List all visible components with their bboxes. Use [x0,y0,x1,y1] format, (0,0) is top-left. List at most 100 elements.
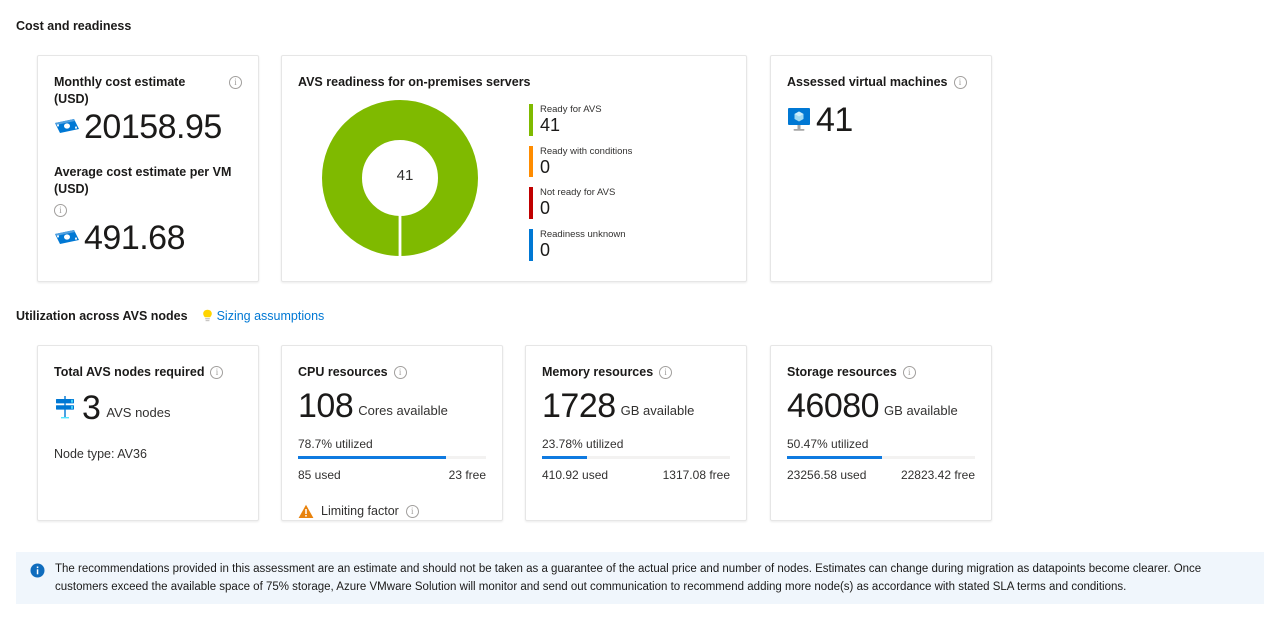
average-cost-title: Average cost estimate per VM (USD) i [54,164,242,218]
legend-label: Not ready for AVS [540,187,616,199]
limiting-factor-row: Limiting factor i [298,504,486,519]
readiness-legend: Ready for AVS 41 Ready with conditions 0… [529,104,632,271]
readiness-title: AVS readiness for on-premises servers [298,74,730,91]
monthly-cost-metric: 20158.95 [54,110,242,144]
total-avs-nodes-card: Total AVS nodes required i 3 AVS nodes N… [37,345,259,521]
storage-metric: 46080 GB available [787,389,975,423]
legend-label: Readiness unknown [540,229,626,241]
assessed-vms-card: Assessed virtual machines i 41 [770,55,992,282]
nodes-value: 3 [82,388,101,427]
storage-utilization-bar-fill [787,455,882,459]
legend-value: 41 [540,114,561,135]
avs-readiness-card: AVS readiness for on-premises servers 41… [281,55,747,282]
monthly-cost-value: 20158.95 [84,107,222,146]
section-title-text: Utilization across AVS nodes [16,309,188,323]
storage-title-text: Storage resources [787,365,897,379]
legend-item-not-ready-for-avs[interactable]: Not ready for AVS 0 [529,187,632,220]
storage-value: 46080 [787,386,880,425]
assessed-vms-title-text: Assessed virtual machines [787,75,948,89]
memory-bar-legend: 410.92 used 1317.08 free [542,468,730,482]
cpu-title: CPU resources i [298,364,486,381]
storage-unit: GB available [884,403,958,419]
cpu-metric: 108 Cores available [298,389,486,423]
legend-swatch-red [529,187,533,220]
limiting-factor-label: Limiting factor [321,504,399,519]
cpu-utilization-bar-fill [298,455,446,459]
average-cost-metric: 491.68 [54,221,242,255]
memory-utilization-bar [542,455,730,459]
lightbulb-icon [202,309,212,322]
nodes-title-text: Total AVS nodes required [54,365,205,379]
storage-bar-legend: 23256.58 used 22823.42 free [787,468,975,482]
nodes-metric: 3 AVS nodes [54,391,242,425]
memory-value: 1728 [542,386,616,425]
memory-utilized-label: 23.78% utilized [542,436,624,451]
legend-swatch-green [529,104,533,136]
info-icon[interactable]: i [405,504,419,518]
memory-utilization-bar-fill [542,455,587,459]
money-icon [55,118,79,133]
cost-estimate-card: Monthly cost estimate (USD) i 20158.95 A… [37,55,259,282]
storage-utilization-bar [787,455,975,459]
monthly-cost-title-text: Monthly cost estimate (USD) [54,75,186,106]
memory-resources-card: Memory resources i 1728 GB available 23.… [525,345,747,521]
nodes-unit: AVS nodes [106,405,171,421]
average-cost-value: 491.68 [84,219,186,258]
memory-free-label: 1317.08 free [662,467,730,482]
cpu-used-label: 85 used [298,467,341,482]
sizing-assumptions-label: Sizing assumptions [216,309,325,323]
average-cost-title-text: Average cost estimate per VM (USD) [54,164,232,196]
legend-item-ready-for-avs[interactable]: Ready for AVS 41 [529,104,632,136]
cpu-utilization-bar [298,455,486,459]
assessed-vms-metric: 41 [787,103,975,137]
memory-title-text: Memory resources [542,365,654,379]
info-icon[interactable]: i [54,203,67,217]
legend-item-ready-with-conditions[interactable]: Ready with conditions 0 [529,145,633,178]
disclaimer-banner: The recommendations provided in this ass… [16,552,1264,604]
utilization-heading: Utilization across AVS nodes Sizing assu… [16,309,324,323]
info-icon[interactable]: i [393,366,407,379]
section-title-text: Cost and readiness [16,19,132,33]
storage-free-label: 22823.42 free [900,467,975,482]
legend-swatch-blue [529,229,533,261]
warning-icon [298,504,314,518]
legend-item-readiness-unknown[interactable]: Readiness unknown 0 [529,229,632,261]
readiness-donut-chart[interactable]: 41 [320,98,490,258]
legend-value: 0 [540,156,551,177]
memory-title: Memory resources i [542,364,730,381]
legend-label: Ready with conditions [540,145,633,157]
info-icon[interactable]: i [902,366,916,379]
readiness-title-text: AVS readiness for on-premises servers [298,75,531,89]
assessed-vms-title: Assessed virtual machines i [787,74,975,91]
sizing-assumptions-link[interactable]: Sizing assumptions [202,309,325,323]
info-icon[interactable]: i [659,366,673,379]
nodes-title: Total AVS nodes required i [54,364,242,381]
cost-and-readiness-heading: Cost and readiness [16,19,131,33]
avs-node-icon [56,395,74,419]
memory-metric: 1728 GB available [542,389,730,423]
info-filled-icon [30,563,45,578]
info-icon[interactable]: i [953,76,967,89]
cpu-utilized-label: 78.7% utilized [298,436,373,451]
node-type-label: Node type: AV36 [54,446,147,461]
donut-center-label: 41 [396,167,414,184]
storage-utilized-label: 50.47% utilized [787,436,869,451]
cpu-value: 108 [298,386,354,425]
assessed-vms-value: 41 [816,100,853,139]
cpu-bar-legend: 85 used 23 free [298,468,486,482]
legend-swatch-orange [529,145,533,178]
info-icon[interactable]: i [229,76,242,89]
storage-used-label: 23256.58 used [787,467,867,482]
storage-resources-card: Storage resources i 46080 GB available 5… [770,345,992,521]
cpu-unit: Cores available [358,403,448,419]
disclaimer-text: The recommendations provided in this ass… [55,563,1202,593]
cpu-resources-card: CPU resources i 108 Cores available 78.7… [281,345,503,521]
info-icon[interactable]: i [210,366,224,379]
cpu-title-text: CPU resources [298,365,388,379]
money-icon [55,230,79,245]
memory-used-label: 410.92 used [542,467,609,482]
cpu-free-label: 23 free [448,467,486,482]
monthly-cost-title: Monthly cost estimate (USD) i [54,74,242,108]
assessment-page: Cost and readiness Monthly cost estimate… [0,0,1280,626]
storage-title: Storage resources i [787,364,975,381]
